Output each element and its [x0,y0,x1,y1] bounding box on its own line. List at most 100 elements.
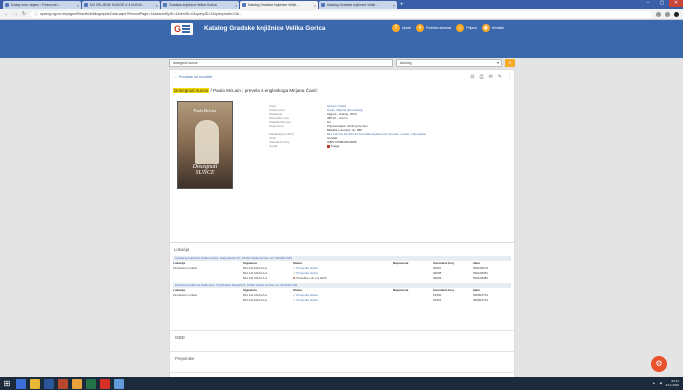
title-responsibility: / Paula McLain ; prevela s engleskoga Mi… [209,88,318,93]
search-field-value: Autolog [400,61,412,65]
top-navigation: ? Upute ✦ Podrška stranica ⌂ Prijava ◉ Hrvatski [392,24,504,32]
browser-tab-title: Katalog Gradske knjižnice Veliki... [248,3,299,7]
browser-tab[interactable]: Katalog Gradske knjižnice Veliki... × [319,1,397,9]
browser-tab[interactable]: Dodaj novu objavu ‹ Podrucne i... × [3,1,81,9]
taskbar-app-icon[interactable] [114,378,124,389]
browser-tab[interactable]: Gradska knjižnica Velika Gorica × [161,1,239,9]
nav-item-label: Podrška stranica [426,26,452,30]
site-title[interactable]: Katalog Gradske knjižnice Velika Gorica [204,25,325,32]
nav-item-icon: ⌂ [456,24,465,32]
excel-icon[interactable] [86,378,96,389]
search-button[interactable]: ⌕ [505,59,515,67]
settings-fab[interactable]: ⚙ [651,356,667,372]
section-isbd[interactable]: ISBD [170,330,514,344]
cover-illustration [195,120,219,164]
save-icon[interactable]: ⊟ [470,74,474,80]
nav-item-label: Prijava [466,26,477,30]
url-text: opacvg.vgcm.hr/pages/Results/bibliograph… [39,12,243,16]
edit-icon[interactable]: ✎ [498,74,502,80]
chrome-icon[interactable] [100,378,110,389]
close-tab-icon[interactable]: × [77,3,79,8]
search-field-select[interactable]: Autolog ▾ [396,59,502,67]
record-card: ← Povratak na rezultate ⊟ ⎙ ✉ ✎ ⋮ Dosegn… [169,69,515,390]
close-tab-icon[interactable]: × [393,3,395,8]
status-label: Posuđeno do 1.6.2020 [296,276,327,280]
browser-tab[interactable]: DO ŽELJENE KNJIGE U 4 KLIKA!... × [82,1,160,9]
record-tools: ⊟ ⎙ ✉ ✎ ⋮ [470,74,512,80]
network-icon[interactable]: ▲ [652,381,655,385]
status-available[interactable]: ✓ Provjerite status [293,298,318,303]
favicon-icon [163,3,167,7]
table-row: 821.111 MACLA d ✓ Provjerite status 53351 5… [173,298,511,303]
back-arrow-icon[interactable]: ← [4,11,9,17]
browser-extensions [656,11,679,17]
nav-item-icon: ? [392,24,400,32]
status-label: Provjerite status [296,271,318,275]
share-icon[interactable]: ⋮ [507,74,512,80]
close-tab-icon[interactable]: × [156,3,158,8]
url-field[interactable]: ⓘ opacvg.vgcm.hr/pages/Results/bibliogra… [30,10,652,18]
record-title: Dosegnuti sunce / Paula McLain ; prevela… [173,88,318,93]
field-value-text: Knjiga [331,144,340,148]
new-tab-button[interactable]: + [400,1,404,9]
favicon-icon [5,3,9,7]
cover-author: Paula McLain [193,108,217,113]
minimize-icon[interactable]: – [641,0,655,7]
cell-inventory: 96699 [433,276,442,280]
book-cover[interactable]: Paula McLain Dosegnuti SUNCE [177,101,233,189]
print-icon[interactable]: ⎙ [480,74,484,80]
nav-item-label: Upute [402,26,412,30]
nav-item[interactable]: ? Upute [392,24,411,32]
forward-arrow-icon[interactable]: → [13,11,18,17]
maximize-icon[interactable]: ▢ [655,0,669,7]
search-input[interactable]: dosegnuti sunce [169,59,393,67]
nav-item[interactable]: ✦ Podrška stranica [416,24,451,32]
nav-item[interactable]: ◉ Hrvatski [481,24,504,32]
extension-icon[interactable] [665,11,670,17]
site-header: G Katalog Gradske knjižnice Velika Goric… [0,20,683,58]
field-value: Knjiga [327,144,339,148]
word-icon[interactable] [44,378,54,389]
title-highlight: Dosegnuti sunce [173,88,210,93]
folder-icon[interactable] [30,378,40,389]
nav-item[interactable]: ⌂ Prijava [456,24,477,32]
nav-item-label: Hrvatski [491,26,504,30]
browser-tab[interactable]: Katalog Gradske knjižnice Veliki... × [240,1,318,9]
nav-item-icon: ✦ [416,24,425,32]
volume-icon[interactable]: ◀ [659,381,661,385]
status-label: Provjerite status [296,298,318,302]
clock[interactable]: 09:21 24.4.2020 [666,379,679,387]
extension-icon[interactable] [656,11,661,17]
field-value[interactable]: 821.111(73)-31=163.42 Američka književno… [327,132,426,136]
chevron-down-icon: ▾ [496,60,499,65]
back-to-results-link[interactable]: ← Povratak na rezultate [174,75,213,79]
start-icon[interactable]: ⊞ [2,378,12,389]
cell-call-number: 821.111 MACLA d [243,276,267,280]
profile-icon[interactable] [674,11,679,17]
field-row: Građa Knjiga [269,144,426,148]
cell-call-number: 821.111 MACLA d [243,298,267,302]
email-icon[interactable]: ✉ [489,74,493,80]
holdings-section-title[interactable]: Lokacija [174,247,189,252]
close-window-icon[interactable]: ✕ [669,0,683,7]
favicon-icon [242,3,246,7]
powerpoint-icon[interactable] [58,378,68,389]
divider [170,242,514,243]
cell-id: 590108280 [473,276,489,280]
book-icon [327,144,330,148]
close-tab-icon[interactable]: × [235,3,237,8]
section-preporuke[interactable]: Preporuke [170,351,514,365]
reload-icon[interactable]: ↻ [22,11,26,17]
browser-tab-title: DO ŽELJENE KNJIGE U 4 KLIKA!... [90,3,145,7]
nav-item-icon: ◉ [481,24,490,32]
library-logo[interactable]: G [171,23,193,35]
close-tab-icon[interactable]: × [314,3,316,8]
taskbar-app-icon[interactable] [72,378,82,389]
favicon-icon [84,3,88,7]
taskbar-app-icon[interactable] [16,378,26,389]
status-label: Provjerite status [296,266,318,270]
cell-id: 590802754 [473,298,489,302]
field-key: Građa [269,144,278,148]
browser-tab-title: Gradska knjižnica Velika Gorica [169,3,217,7]
status-borrowed[interactable]: ✖ Posuđeno do 1.6.2020 [293,276,327,281]
